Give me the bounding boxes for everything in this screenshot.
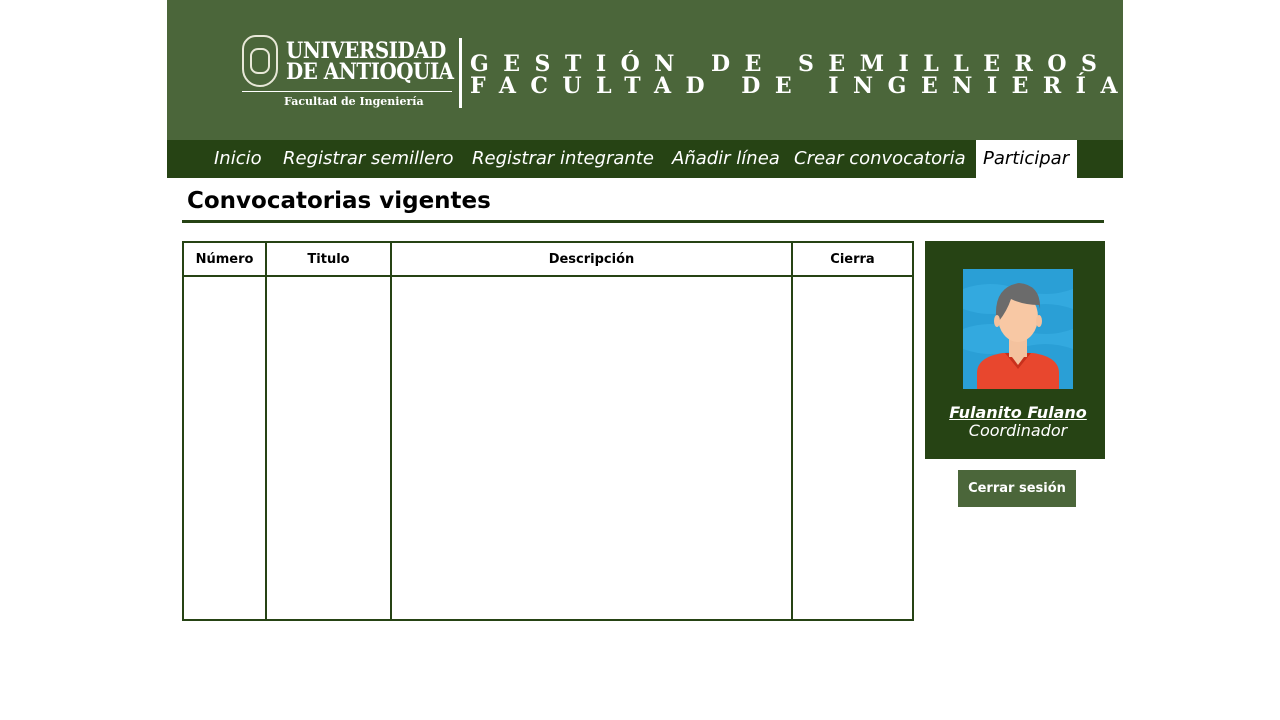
table-cell — [265, 275, 392, 621]
user-avatar-icon — [963, 269, 1073, 389]
university-logo: UNIVERSIDAD DE ANTIOQUIA Facultad de Ing… — [242, 33, 462, 111]
nav-item-crear-convocatoria[interactable]: Crear convocatoria — [787, 140, 973, 178]
table-row — [182, 275, 914, 621]
system-title-line-2: FACULTAD DE INGENIERÍA — [470, 73, 1133, 99]
nav-item-inicio[interactable]: Inicio — [207, 140, 269, 178]
table-header-row: Número Titulo Descripción Cierra — [182, 241, 914, 277]
table-cell — [182, 275, 267, 621]
main-navigation: Inicio Registrar semillero Registrar int… — [167, 140, 1123, 178]
faculty-logo-text: Facultad de Ingeniería — [284, 95, 424, 108]
profile-card: Fulanito Fulano Coordinador — [925, 241, 1105, 459]
column-header-titulo[interactable]: Titulo — [265, 241, 392, 277]
calls-table: Número Titulo Descripción Cierra — [182, 241, 914, 621]
user-name-link[interactable]: Fulanito Fulano — [925, 403, 1111, 422]
header-divider — [459, 38, 462, 108]
table-cell — [390, 275, 793, 621]
nav-item-participar[interactable]: Participar — [976, 140, 1077, 178]
column-header-descripcion[interactable]: Descripción — [390, 241, 793, 277]
page-title: Convocatorias vigentes — [187, 188, 491, 214]
user-role: Coordinador — [968, 421, 1068, 440]
title-underline — [182, 220, 1104, 223]
university-name-line-2: DE ANTIOQUIA — [286, 59, 454, 85]
system-title-line-1: GESTIÓN DE SEMILLEROS — [470, 51, 1112, 77]
university-seal-icon — [242, 35, 278, 87]
logo-divider — [242, 91, 452, 92]
logout-button[interactable]: Cerrar sesión — [958, 470, 1076, 507]
nav-item-anadir-linea[interactable]: Añadir línea — [665, 140, 787, 178]
column-header-cierra[interactable]: Cierra — [791, 241, 914, 277]
nav-item-registrar-integrante[interactable]: Registrar integrante — [465, 140, 661, 178]
table-cell — [791, 275, 914, 621]
page-header: UNIVERSIDAD DE ANTIOQUIA Facultad de Ing… — [167, 0, 1123, 140]
nav-item-registrar-semillero[interactable]: Registrar semillero — [276, 140, 460, 178]
column-header-numero[interactable]: Número — [182, 241, 267, 277]
